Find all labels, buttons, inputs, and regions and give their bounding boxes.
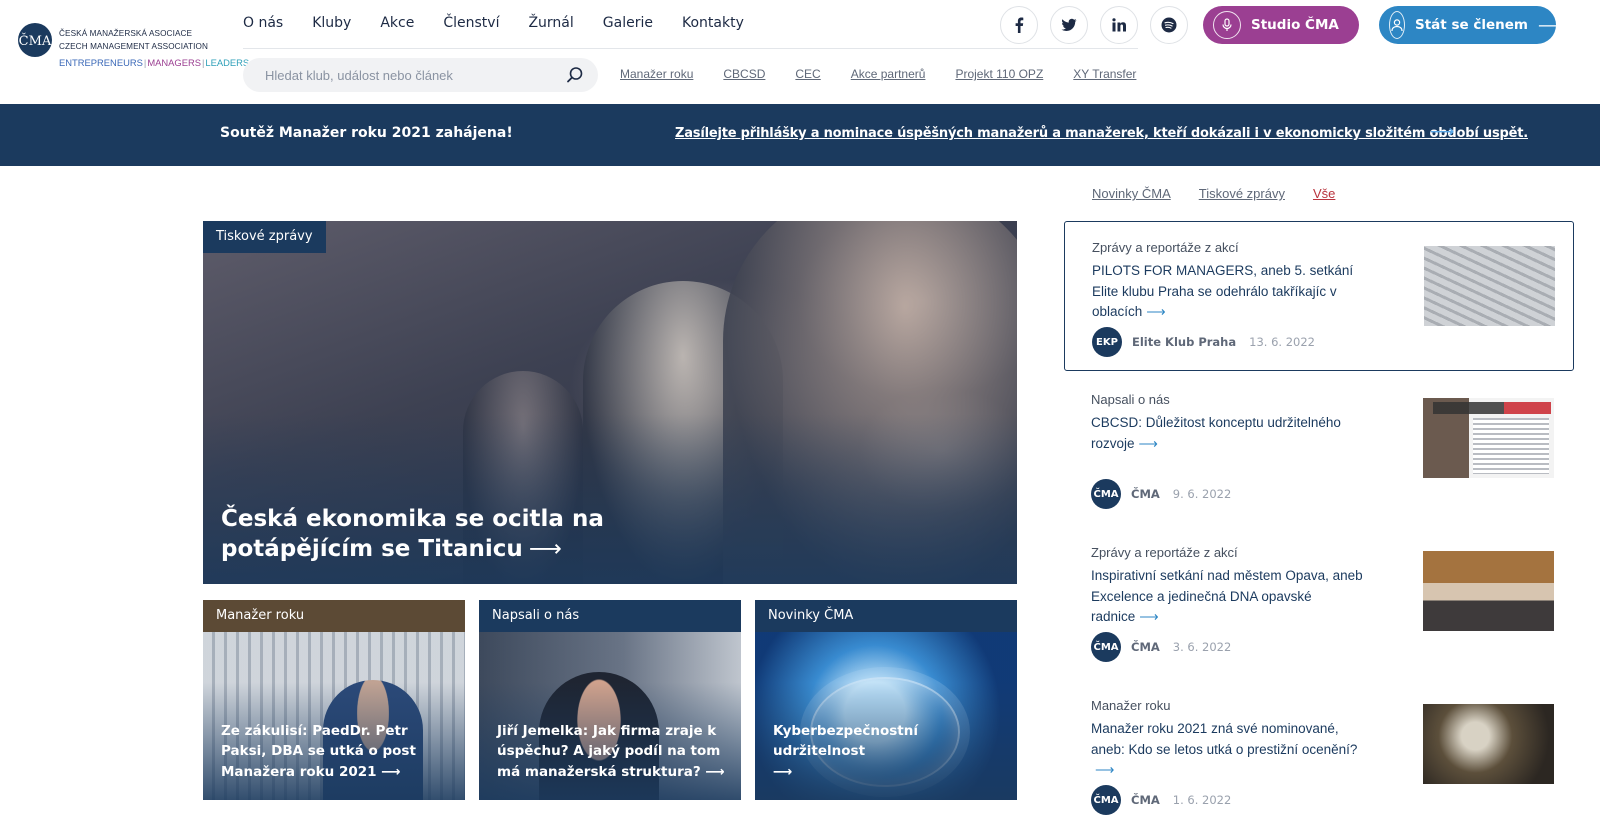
- news-filter-tabs: Novinky ČMA Tiskové zprávy Vše: [1092, 186, 1363, 201]
- banner-title: Soutěž Manažer roku 2021 zahájena!: [220, 125, 513, 141]
- news-title: Manažer roku 2021 zná své nominované, an…: [1091, 721, 1358, 777]
- news-date: 3. 6. 2022: [1172, 640, 1232, 654]
- nav-item-clenstvi[interactable]: Členství: [443, 15, 499, 35]
- author-name: ČMA: [1131, 640, 1160, 654]
- author-name: ČMA: [1131, 793, 1160, 807]
- sublink-akce-partneru[interactable]: Akce partnerů: [851, 67, 926, 81]
- user-icon: [1389, 11, 1405, 39]
- search-input[interactable]: [265, 66, 555, 84]
- card-title: Ze zákulisí: PaedDr. Petr Paksi, DBA se …: [221, 722, 416, 780]
- site-header: ČMA ČESKÁ MANAŽERSKÁ ASOCIACE CZECH MANA…: [0, 0, 1600, 104]
- card-title: Kyberbezpečnostní udržitelnost ⟶: [773, 722, 918, 780]
- studio-cma-button[interactable]: Studio ČMA: [1203, 6, 1359, 44]
- card-category-badge: Novinky ČMA: [755, 600, 1017, 632]
- news-thumbnail: [1424, 246, 1555, 326]
- arrow-right-icon: ⟶: [1138, 435, 1158, 451]
- arrow-right-icon: ⟶: [773, 763, 793, 780]
- article-card[interactable]: Napsali o nás Jiří Jemelka: Jak firma zr…: [479, 600, 741, 800]
- article-card[interactable]: Manažer roku Ze zákulisí: PaedDr. Petr P…: [203, 600, 465, 800]
- card-category-badge: Napsali o nás: [479, 600, 741, 632]
- facebook-icon[interactable]: [1000, 6, 1038, 44]
- arrow-right-icon[interactable]: ⟶: [1430, 122, 1454, 142]
- news-item[interactable]: Zprávy a reportáže z akcí PILOTS FOR MAN…: [1064, 221, 1574, 371]
- arrow-right-icon: ⟶: [528, 536, 562, 562]
- hero-title: Česká ekonomika se ocitla na potápějícím…: [221, 506, 604, 562]
- cma-logo-icon: ČMA: [18, 23, 52, 57]
- news-category: Manažer roku: [1091, 698, 1171, 713]
- avatar: EKP: [1092, 327, 1122, 357]
- avatar: ČMA: [1091, 479, 1121, 509]
- twitter-icon[interactable]: [1050, 6, 1088, 44]
- announcement-banner: Soutěž Manažer roku 2021 zahájena! Zasíl…: [0, 104, 1600, 166]
- secondary-links: Manažer roku CBCSD CEC Akce partnerů Pro…: [620, 67, 1166, 81]
- news-category: Zprávy a reportáže z akcí: [1091, 545, 1238, 560]
- news-author: ČMA ČMA 1. 6. 2022: [1091, 785, 1231, 815]
- become-member-label: Stát se členem: [1415, 17, 1528, 33]
- news-thumbnail: [1423, 398, 1554, 478]
- news-author: ČMA ČMA 3. 6. 2022: [1091, 632, 1231, 662]
- nav-item-kontakty[interactable]: Kontakty: [682, 15, 744, 35]
- microphone-icon: [1213, 11, 1241, 39]
- tab-tiskove-zpravy[interactable]: Tiskové zprávy: [1199, 186, 1285, 201]
- nav-divider: [243, 48, 1138, 49]
- news-thumbnail: [1423, 704, 1554, 784]
- news-date: 9. 6. 2022: [1172, 487, 1232, 501]
- card-category-badge: Manažer roku: [203, 600, 465, 632]
- svg-text:ČMA: ČMA: [19, 32, 52, 49]
- studio-cma-label: Studio ČMA: [1251, 17, 1339, 33]
- nav-item-o-nas[interactable]: O nás: [243, 15, 283, 35]
- news-thumbnail: [1423, 551, 1554, 631]
- arrow-right-icon: ⟶: [1095, 762, 1115, 777]
- hero-article[interactable]: Tiskové zprávy Česká ekonomika se ocitla…: [203, 221, 1017, 584]
- card-title: Jiří Jemelka: Jak firma zraje k úspěchu?…: [497, 722, 725, 780]
- news-date: 13. 6. 2022: [1249, 335, 1315, 349]
- logo-tagline: ENTREPRENEURS|MANAGERS|LEADERS: [59, 57, 250, 68]
- nav-item-zurnal[interactable]: Žurnál: [528, 15, 573, 35]
- news-title: Inspirativní setkání nad městem Opava, a…: [1091, 568, 1363, 624]
- arrow-right-icon: ⟶: [381, 763, 401, 780]
- arrow-right-icon: ⟶: [1537, 15, 1561, 35]
- nav-item-galerie[interactable]: Galerie: [603, 15, 653, 35]
- arrow-right-icon: ⟶: [705, 763, 725, 780]
- logo-line-czech: ČESKÁ MANAŽERSKÁ ASOCIACE: [59, 29, 193, 38]
- nav-item-akce[interactable]: Akce: [380, 15, 414, 35]
- sublink-manazer-roku[interactable]: Manažer roku: [620, 67, 693, 81]
- avatar: ČMA: [1091, 632, 1121, 662]
- logo-line-english: CZECH MANAGEMENT ASSOCIATION: [59, 42, 208, 51]
- arrow-right-icon: ⟶: [1146, 304, 1166, 319]
- news-author: ČMA ČMA 9. 6. 2022: [1091, 479, 1231, 509]
- arrow-right-icon: ⟶: [1139, 609, 1159, 624]
- linkedin-icon[interactable]: [1100, 6, 1138, 44]
- news-item[interactable]: Zprávy a reportáže z akcí Inspirativní s…: [1064, 527, 1574, 677]
- news-date: 1. 6. 2022: [1172, 793, 1232, 807]
- main-navigation: O nás Kluby Akce Členství Žurnál Galerie…: [243, 15, 773, 35]
- cma-logo[interactable]: ČMA ČESKÁ MANAŽERSKÁ ASOCIACE CZECH MANA…: [17, 22, 249, 74]
- news-item[interactable]: Napsali o nás CBCSD: Důležitost konceptu…: [1064, 374, 1574, 524]
- sublink-xy-transfer[interactable]: XY Transfer: [1073, 67, 1136, 81]
- author-name: ČMA: [1131, 487, 1160, 501]
- news-category: Napsali o nás: [1091, 392, 1170, 407]
- search-box: [243, 58, 598, 92]
- sublink-cec[interactable]: CEC: [795, 67, 820, 81]
- hero-category-badge: Tiskové zprávy: [203, 221, 326, 253]
- news-item[interactable]: Manažer roku Manažer roku 2021 zná své n…: [1064, 680, 1574, 830]
- sublink-projekt-110-opz[interactable]: Projekt 110 OPZ: [955, 67, 1043, 81]
- tab-vse[interactable]: Vše: [1313, 186, 1335, 201]
- nav-item-kluby[interactable]: Kluby: [312, 15, 351, 35]
- avatar: ČMA: [1091, 785, 1121, 815]
- news-title: PILOTS FOR MANAGERS, aneb 5. setkání Eli…: [1092, 263, 1354, 319]
- social-links: [1000, 6, 1188, 44]
- banner-link[interactable]: Zasílejte přihlášky a nominace úspěšných…: [675, 126, 1528, 141]
- news-category: Zprávy a reportáže z akcí: [1092, 240, 1239, 255]
- spotify-icon[interactable]: [1150, 6, 1188, 44]
- news-title: CBCSD: Důležitost konceptu udržitelného …: [1091, 415, 1341, 451]
- author-name: Elite Klub Praha: [1132, 335, 1237, 349]
- tab-novinky-cma[interactable]: Novinky ČMA: [1092, 186, 1171, 201]
- article-card[interactable]: Novinky ČMA Kyberbezpečnostní udržitelno…: [755, 600, 1017, 800]
- news-author: EKP Elite Klub Praha 13. 6. 2022: [1092, 327, 1315, 357]
- become-member-button[interactable]: Stát se členem ⟶: [1379, 6, 1561, 44]
- sublink-cbcsd[interactable]: CBCSD: [723, 67, 765, 81]
- search-icon[interactable]: [566, 66, 584, 84]
